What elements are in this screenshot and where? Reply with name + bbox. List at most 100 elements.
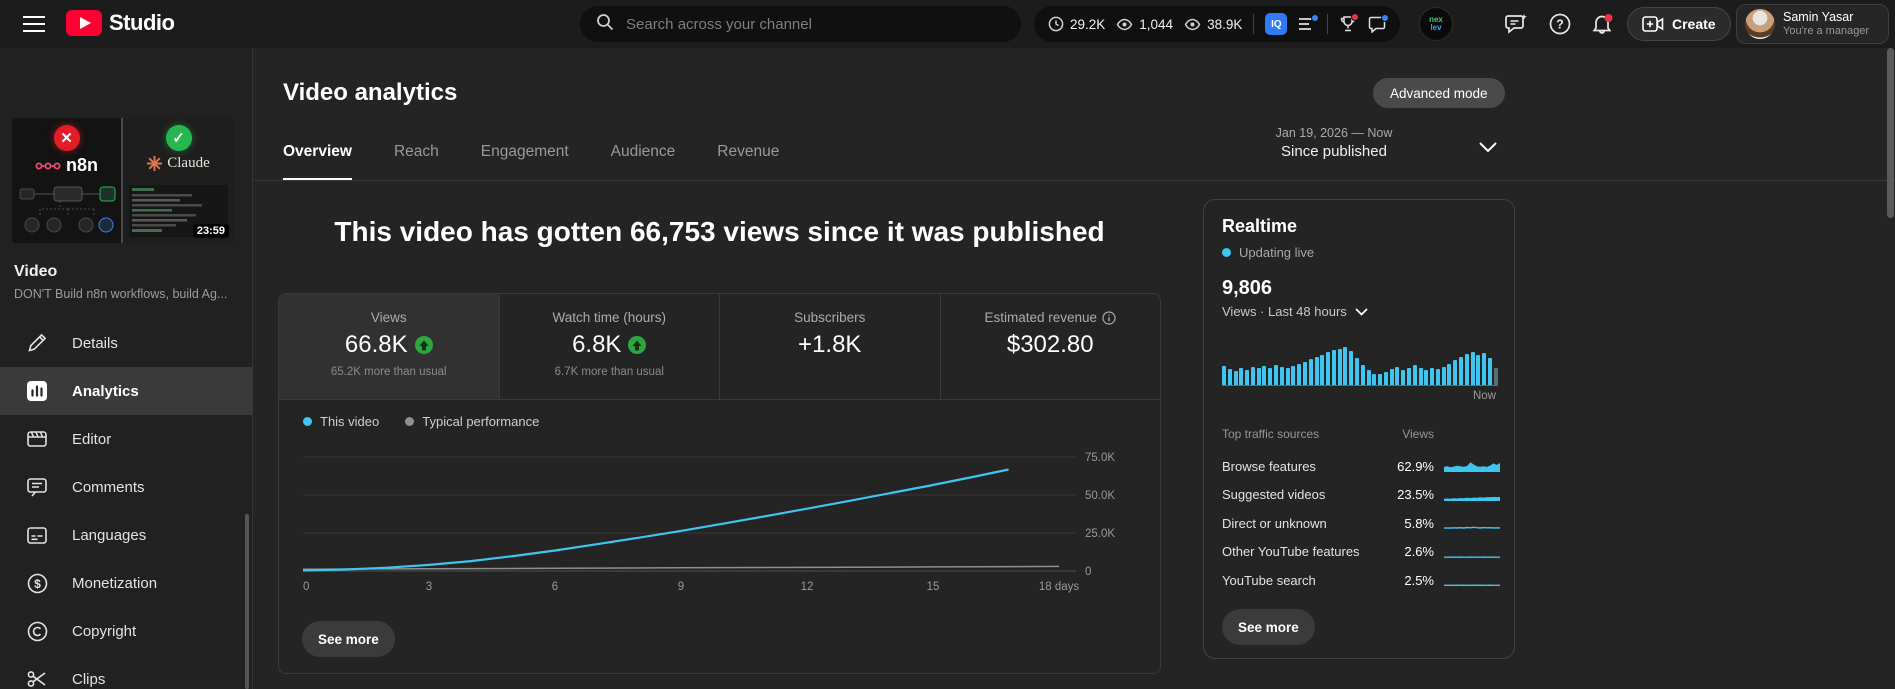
svg-text:12: 12 [801, 581, 814, 593]
video-duration-badge: 23:59 [192, 224, 229, 238]
vidiq-icon[interactable]: IQ [1265, 13, 1288, 35]
see-more-button[interactable]: See more [302, 621, 395, 657]
date-range-text: Jan 19, 2026 — Now [1275, 126, 1393, 140]
traffic-row-browse-features[interactable]: Browse features 62.9% [1222, 452, 1500, 481]
create-button[interactable]: Create [1627, 7, 1731, 41]
sidebar-item-languages[interactable]: Languages [0, 511, 253, 559]
tab-engagement[interactable]: Engagement [481, 143, 569, 181]
workflow-diagram-art [19, 186, 116, 233]
search-bar[interactable] [580, 6, 1021, 42]
claude-logo-icon [147, 156, 163, 171]
bar-chart-icon [26, 380, 48, 402]
channel-stats-pill[interactable]: 29.2K 1,044 38.9K IQ [1034, 6, 1401, 42]
traffic-sparkline [1444, 496, 1500, 501]
subtitles-icon [26, 524, 48, 546]
svg-text:0: 0 [1085, 566, 1091, 578]
notification-dot [1311, 14, 1320, 22]
clock-icon [1048, 16, 1064, 32]
traffic-row-youtube-search[interactable]: YouTube search 2.5% [1222, 566, 1500, 595]
svg-text:15: 15 [927, 581, 940, 593]
help-icon[interactable]: ? [1548, 12, 1574, 38]
red-x-icon: ✕ [53, 125, 80, 151]
trend-up-icon [414, 336, 433, 354]
sidebar-item-clips[interactable]: Clips [0, 655, 253, 689]
metric-card-subscribers[interactable]: Subscribers +1.8K [719, 294, 940, 399]
traffic-sources-list: Browse features 62.9% Suggested videos 2… [1222, 452, 1500, 595]
traffic-row-other-youtube-features[interactable]: Other YouTube features 2.6% [1222, 538, 1500, 567]
views-stat[interactable]: 1,044 [1116, 17, 1173, 32]
svg-text:$: $ [34, 576, 41, 590]
feedback-icon[interactable] [1504, 12, 1530, 38]
video-section-label: Video [14, 263, 58, 280]
watch-time-stat[interactable]: 29.2K [1048, 16, 1105, 32]
search-input[interactable] [626, 15, 1013, 33]
traffic-sources-header: Top traffic sources Views [1222, 427, 1434, 441]
nexlev-extension-icon[interactable]: nex lev [1419, 7, 1453, 41]
page-title: Video analytics [283, 79, 458, 106]
svg-text:50.0K: 50.0K [1085, 490, 1115, 502]
notification-dot [1351, 13, 1360, 21]
sidebar-item-monetization[interactable]: $ Monetization [0, 559, 253, 607]
sidebar: Channel content ✕ n8n [0, 48, 253, 689]
trend-up-icon [628, 336, 647, 354]
chat-bubble-icon[interactable] [1368, 13, 1390, 33]
sidebar-item-comments[interactable]: Comments [0, 463, 253, 511]
pencil-icon [26, 332, 48, 354]
legend-this-video: This video [303, 414, 379, 429]
tab-audience[interactable]: Audience [611, 143, 676, 181]
tab-overview[interactable]: Overview [283, 143, 352, 181]
video-title: DON'T Build n8n workflows, build Ag... [14, 287, 228, 301]
svg-text:18 days: 18 days [1039, 581, 1080, 593]
advanced-mode-button[interactable]: Advanced mode [1373, 78, 1505, 108]
traffic-row-suggested-videos[interactable]: Suggested videos 23.5% [1222, 481, 1500, 510]
traffic-row-direct-or-unknown[interactable]: Direct or unknown 5.8% [1222, 509, 1500, 538]
info-icon [1102, 310, 1116, 325]
sidebar-item-copyright[interactable]: Copyright [0, 607, 253, 655]
metric-card-watch-time[interactable]: Watch time (hours) 6.8K 6.7K more than u… [498, 294, 719, 399]
impressions-stat[interactable]: 38.9K [1184, 17, 1242, 32]
metric-card-estimated-revenue[interactable]: Estimated revenue $302.80 [939, 294, 1160, 399]
legend-dot [303, 417, 312, 426]
youtube-play-icon [66, 10, 102, 36]
tab-reach[interactable]: Reach [394, 143, 439, 181]
account-menu[interactable]: Samin Yasar You're a manager [1736, 4, 1889, 44]
date-range-selector[interactable]: Jan 19, 2026 — Now Since published [1244, 126, 1424, 160]
svg-text:0: 0 [303, 581, 309, 593]
video-thumbnail[interactable]: ✕ n8n ✓ Claude 23:59 [12, 118, 234, 243]
analytics-overview-card: Views 66.8K 65.2K more than usual Watch … [278, 293, 1161, 674]
comment-icon [26, 476, 48, 498]
sidebar-scrollbar[interactable] [245, 514, 249, 689]
youtube-studio-logo[interactable]: Studio [66, 10, 175, 36]
topbar: Studio 29.2K 1,044 38.9K IQ [0, 0, 1895, 48]
rank-list-icon[interactable] [1298, 14, 1320, 31]
svg-text:25.0K: 25.0K [1085, 528, 1115, 540]
live-dot-icon [1222, 248, 1231, 257]
trophy-icon[interactable] [1339, 13, 1360, 33]
copyright-icon [26, 620, 48, 642]
chart-legend: This video Typical performance [303, 414, 539, 429]
page-scrollbar[interactable] [1887, 48, 1894, 218]
views-headline: This video has gotten 66,753 views since… [334, 216, 1105, 247]
views-line-chart[interactable]: 0 25.0K 50.0K 75.0K 0 3 6 9 12 15 18 days [297, 440, 1127, 598]
hamburger-menu-icon[interactable] [22, 14, 46, 34]
search-icon [596, 13, 614, 36]
svg-text:?: ? [1556, 18, 1564, 32]
sidebar-item-analytics[interactable]: Analytics [0, 367, 253, 415]
divider [1253, 14, 1255, 34]
eye-icon [1116, 18, 1133, 30]
chevron-down-icon[interactable] [1478, 140, 1498, 158]
realtime-see-more-button[interactable]: See more [1222, 609, 1315, 645]
sidebar-item-details[interactable]: Details [0, 319, 253, 367]
notifications-bell-icon[interactable] [1590, 12, 1616, 38]
sidebar-item-editor[interactable]: Editor [0, 415, 253, 463]
dollar-circle-icon: $ [26, 572, 48, 594]
account-role: You're a manager [1783, 25, 1870, 37]
metric-card-views[interactable]: Views 66.8K 65.2K more than usual [279, 294, 499, 399]
tab-revenue[interactable]: Revenue [717, 143, 779, 181]
video-camera-plus-icon [1642, 16, 1664, 32]
n8n-logo-icon [35, 162, 61, 169]
youtube-studio-screen: Studio 29.2K 1,044 38.9K IQ [0, 0, 1895, 689]
svg-text:6: 6 [552, 581, 558, 593]
realtime-bar-chart[interactable] [1222, 347, 1498, 386]
realtime-views-dropdown[interactable]: Views · Last 48 hours [1222, 304, 1368, 319]
